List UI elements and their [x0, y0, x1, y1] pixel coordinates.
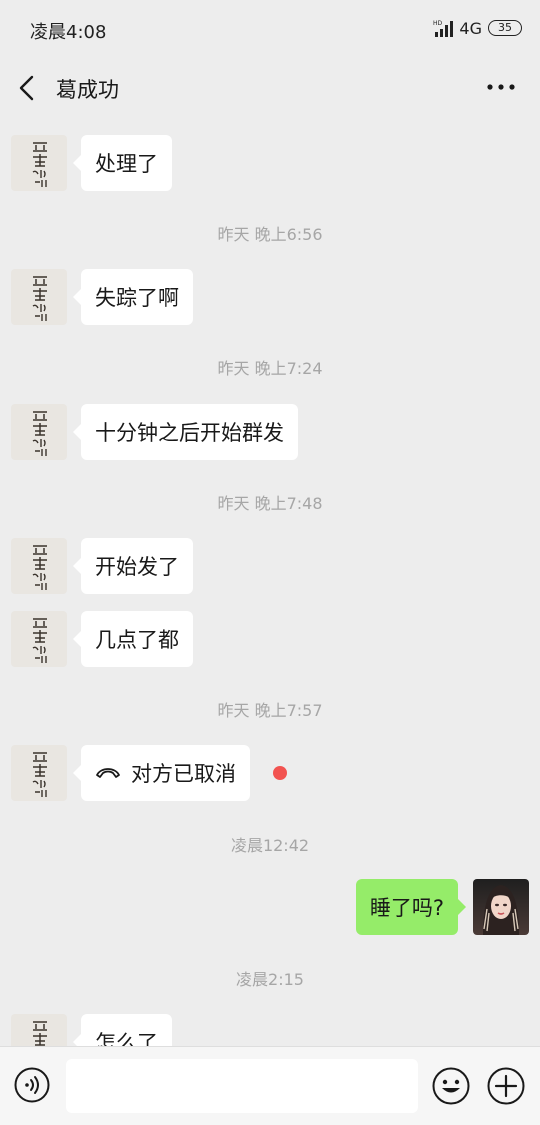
calligraphy-avatar-icon [32, 411, 47, 456]
portrait-avatar-icon [483, 885, 519, 935]
back-icon[interactable] [16, 74, 38, 102]
contact-avatar[interactable] [11, 404, 67, 460]
message-input[interactable] [66, 1059, 418, 1113]
message-text: 十分钟之后开始群发 [95, 421, 284, 445]
message-bubble[interactable]: 怎么了 [73, 1014, 172, 1046]
message-text: 对方已取消 [131, 762, 236, 786]
calligraphy-avatar-icon [32, 142, 47, 187]
calligraphy-avatar-icon [33, 1021, 47, 1046]
message-bubble[interactable]: 处理了 [73, 135, 172, 191]
signal-icon: HD [433, 20, 454, 37]
phone-hangup-icon [96, 768, 120, 778]
my-message-bubble[interactable]: 睡了吗? [355, 879, 467, 935]
battery-icon: 35 [488, 20, 522, 36]
calligraphy-avatar-icon [32, 276, 47, 321]
message-bubble[interactable]: 几点了都 [73, 611, 193, 667]
calligraphy-avatar-icon [32, 618, 47, 663]
message-bubble[interactable]: 失踪了啊 [73, 269, 193, 325]
network-type: 4G [459, 18, 482, 38]
message-text: 睡了吗? [369, 896, 444, 920]
unread-dot [273, 766, 287, 780]
calligraphy-avatar-icon [32, 545, 47, 590]
message-text: 几点了都 [95, 628, 179, 652]
message-text: 开始发了 [95, 555, 179, 579]
my-avatar[interactable] [473, 879, 529, 935]
status-bar: 凌晨4:08 HD 4G 35 [0, 0, 540, 60]
contact-avatar[interactable] [11, 135, 67, 191]
timestamp: 昨天 晚上6:56 [217, 225, 323, 244]
chat-header: 葛成功 [0, 60, 540, 116]
message-bubble[interactable]: 开始发了 [73, 538, 193, 594]
chat-title: 葛成功 [56, 78, 119, 102]
message-list[interactable]: 处理了 昨天 晚上6:56 失踪了啊 昨天 晚上7:24 十分钟之后开始群发 昨… [0, 116, 540, 1046]
message-bubble[interactable]: 十分钟之后开始群发 [73, 404, 298, 460]
input-bar [0, 1046, 540, 1125]
status-icons: HD 4G 35 [433, 16, 522, 40]
add-icon[interactable] [487, 1067, 525, 1105]
svg-text:HD: HD [433, 20, 443, 27]
emoji-icon[interactable] [432, 1067, 470, 1105]
timestamp: 凌晨12:42 [230, 836, 310, 855]
timestamp: 昨天 晚上7:57 [217, 701, 323, 720]
message-text: 处理了 [95, 152, 158, 176]
contact-avatar[interactable] [11, 745, 67, 801]
more-icon[interactable] [486, 82, 516, 92]
message-text: 失踪了啊 [95, 286, 179, 310]
contact-avatar[interactable] [11, 611, 67, 667]
calligraphy-avatar-icon [32, 752, 47, 797]
contact-avatar[interactable] [11, 269, 67, 325]
status-time: 凌晨4:08 [30, 22, 107, 43]
call-message-bubble[interactable]: 对方已取消 [73, 745, 250, 801]
voice-input-icon[interactable] [14, 1067, 50, 1103]
contact-avatar[interactable] [11, 538, 67, 594]
timestamp: 昨天 晚上7:24 [217, 359, 323, 378]
timestamp: 昨天 晚上7:48 [217, 494, 323, 513]
message-text: 怎么了 [95, 1031, 158, 1046]
battery-level: 35 [498, 21, 512, 34]
contact-avatar[interactable] [11, 1014, 67, 1046]
timestamp: 凌晨2:15 [236, 970, 304, 989]
